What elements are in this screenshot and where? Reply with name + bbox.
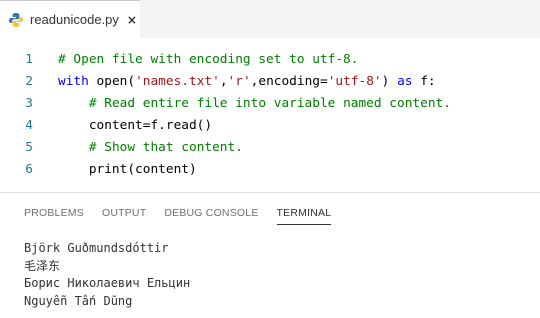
tab-problems[interactable]: PROBLEMS [24, 207, 84, 225]
tab-terminal[interactable]: TERMINAL [276, 207, 332, 225]
tab-debug-console[interactable]: DEBUG CONSOLE [164, 207, 258, 225]
terminal-output[interactable]: Björk Guðmundsdóttir 毛泽东 Борис Николаеви… [24, 240, 534, 310]
code-token: , [219, 73, 228, 89]
code-token: as [397, 73, 413, 89]
line-number: 1 [25, 51, 33, 67]
code-token: ) [381, 73, 398, 89]
line-content: # Read entire file into variable named c… [58, 96, 451, 111]
line-content: with open('names.txt','r',encoding='utf-… [58, 74, 436, 89]
code-token: # Show that content. [88, 139, 243, 155]
code-editor[interactable]: 1 # Open file with encoding set to utf-8… [0, 38, 540, 188]
code-token: 'utf-8' [327, 73, 382, 89]
code-token: f: [412, 73, 436, 89]
code-line: 6 print(content) [0, 158, 540, 180]
code-line: 2 with open('names.txt','r',encoding='ut… [0, 70, 540, 92]
code-line: 5 # Show that content. [0, 136, 540, 158]
code-token: open( [88, 73, 136, 89]
panel-tab-bar: PROBLEMS OUTPUT DEBUG CONSOLE TERMINAL [24, 207, 332, 225]
close-icon[interactable]: × [127, 13, 137, 27]
python-icon [8, 12, 24, 28]
tab-filename: readunicode.py [30, 12, 119, 27]
panel-divider [0, 192, 540, 193]
line-content: print(content) [58, 162, 197, 177]
code-line: 3 # Read entire file into variable named… [0, 92, 540, 114]
line-content: content=f.read() [58, 118, 212, 133]
line-number: 5 [25, 139, 33, 155]
terminal-line: Борис Николаевич Ельцин [24, 276, 191, 290]
code-token: 'r' [227, 73, 251, 89]
tab-readunicode[interactable]: readunicode.py × [0, 0, 140, 38]
terminal-line: Björk Guðmundsdóttir [24, 241, 169, 255]
code-token: ,encoding= [250, 73, 328, 89]
line-content: # Open file with encoding set to utf-8. [58, 52, 358, 67]
code-token: with [58, 73, 89, 89]
code-line: 1 # Open file with encoding set to utf-8… [0, 48, 540, 70]
tab-bar: readunicode.py × [0, 0, 540, 38]
code-token: 'names.txt' [135, 73, 220, 89]
terminal-line: Nguyễn Tấn Dũng [24, 293, 133, 308]
line-content: # Show that content. [58, 140, 243, 155]
code-token: content=f.read() [58, 117, 213, 133]
code-token: # Open file with encoding set to utf-8. [58, 51, 359, 67]
line-number: 6 [25, 161, 33, 177]
line-number: 4 [25, 117, 33, 133]
code-token: print(content) [58, 161, 197, 177]
line-number: 2 [25, 73, 33, 89]
tab-output[interactable]: OUTPUT [102, 207, 146, 225]
terminal-line: 毛泽东 [24, 258, 61, 273]
line-number: 3 [25, 95, 33, 111]
code-token: # Read entire file into variable named c… [88, 95, 451, 111]
code-line: 4 content=f.read() [0, 114, 540, 136]
